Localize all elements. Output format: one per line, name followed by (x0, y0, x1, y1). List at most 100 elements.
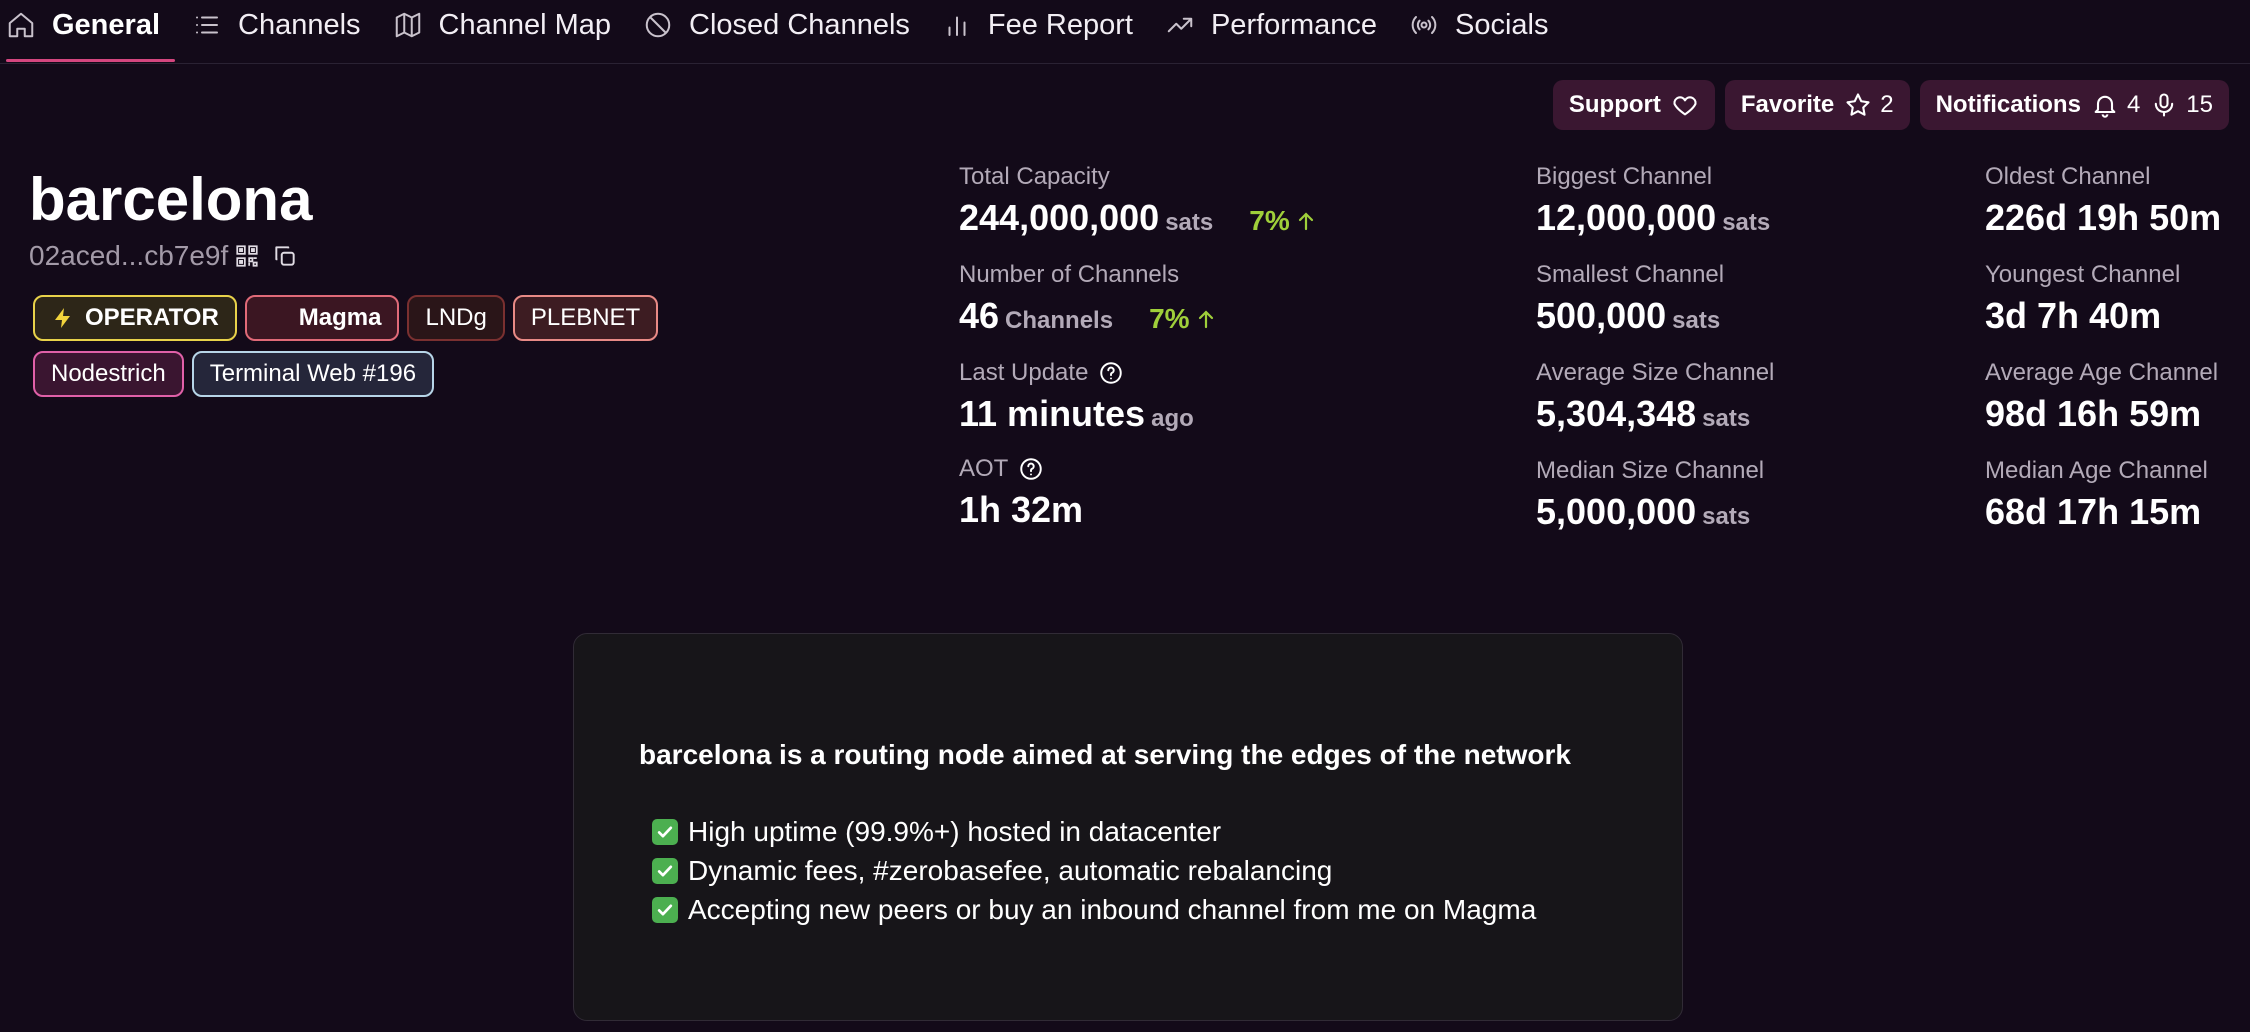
change-value: 7% (1149, 303, 1190, 334)
tab-general[interactable]: General (0, 0, 175, 62)
node-actions: Support Favorite 2 Notifications 4 15 (1552, 80, 2229, 130)
mic-count: 15 (2186, 91, 2213, 118)
badge-magma-label: Magma (298, 304, 382, 331)
pubkey-text[interactable]: 02aced...cb7e9f (29, 240, 228, 272)
badge-terminal-web[interactable]: Terminal Web #196 (191, 351, 435, 397)
check-mark-icon (652, 896, 678, 923)
heart-icon (1673, 96, 1697, 116)
notifications-label: Notifications (1935, 91, 2081, 118)
favorite-label: Favorite (1740, 91, 1835, 118)
stat-youngest-channel: Youngest Channel 3d 7h 40m (1985, 261, 2180, 337)
badge-operator[interactable]: OPERATOR (33, 295, 237, 341)
check-mark-icon (652, 818, 678, 845)
capacity-change: 7% (1249, 205, 1317, 237)
badge-operator-label: OPERATOR (85, 304, 219, 331)
badge-nodestrich[interactable]: Nodestrich (33, 351, 184, 397)
node-pubkey: 02aced...cb7e9f (29, 240, 298, 272)
stat-label: Last Update (959, 359, 1089, 386)
tab-channels[interactable]: Channels (183, 0, 374, 50)
badge-plebnet[interactable]: PLEBNET (512, 295, 659, 341)
stat-label: Biggest Channel (1536, 163, 1713, 190)
stat-unit: sats (1702, 503, 1751, 530)
stat-value: 244,000,000 (959, 197, 1160, 238)
tab-fee-report[interactable]: Fee Report (933, 0, 1146, 50)
check-mark-icon (652, 857, 678, 884)
stat-value: 226d 19h 50m (1985, 197, 2222, 238)
tab-performance-label: Performance (1210, 8, 1377, 41)
stat-value: 11 minutes (959, 393, 1146, 434)
stat-value: 500,000 (1536, 295, 1667, 336)
channels-change: 7% (1149, 303, 1217, 335)
microphone-icon (2155, 93, 2174, 117)
tab-socials[interactable]: Socials (1400, 0, 1562, 50)
stat-aot: AOT 1h 32m (959, 455, 1083, 531)
stat-unit: ago (1151, 405, 1194, 432)
support-button[interactable]: Support (1552, 80, 1715, 130)
stat-label: Median Age Channel (1985, 457, 2208, 484)
support-label: Support (1568, 91, 1661, 118)
list-icon (192, 10, 222, 40)
list-item: Accepting new peers or buy an inbound ch… (652, 890, 1536, 929)
stat-value: 46 (959, 295, 1000, 336)
copy-icon[interactable] (272, 243, 298, 269)
help-icon[interactable] (1098, 360, 1124, 386)
stat-oldest-channel: Oldest Channel 226d 19h 50m (1985, 163, 2221, 239)
stat-value: 5,304,348 (1536, 393, 1697, 434)
arrow-up-icon (1198, 310, 1213, 329)
tab-fee-report-label: Fee Report (987, 8, 1133, 41)
stat-unit: sats (1722, 209, 1771, 236)
stat-value: 5,000,000 (1536, 491, 1697, 532)
home-icon (6, 10, 36, 40)
tab-channel-map[interactable]: Channel Map (384, 0, 625, 50)
stat-label: Average Age Channel (1985, 359, 2219, 386)
stat-unit: sats (1672, 307, 1721, 334)
stat-label: Median Size Channel (1536, 457, 1765, 484)
tab-closed-channels-label: Closed Channels (689, 8, 910, 41)
favorite-button[interactable]: Favorite 2 (1724, 80, 1910, 130)
arrow-up-icon (1298, 212, 1313, 231)
badge-lndg[interactable]: LNDg (407, 295, 505, 341)
stat-value: 1h 32m (959, 489, 1084, 530)
ban-icon (643, 10, 673, 40)
stat-unit: sats (1165, 209, 1214, 236)
trending-up-icon (1165, 10, 1195, 40)
stat-median-size-channel: Median Size Channel 5,000,000 sats (1536, 457, 1764, 533)
stat-unit: sats (1702, 405, 1751, 432)
stat-value: 68d 17h 15m (1985, 491, 2202, 532)
list-item-text: Accepting new peers or buy an inbound ch… (688, 893, 1537, 925)
tab-closed-channels[interactable]: Closed Channels (634, 0, 923, 50)
node-badges: OPERATOR Magma LNDg PLEBNET Nodestrich T… (33, 295, 693, 397)
bell-icon (2094, 95, 2116, 118)
notifications-button[interactable]: Notifications 4 15 (1919, 80, 2229, 130)
qr-code-icon[interactable] (234, 243, 260, 269)
stat-label: Average Size Channel (1536, 359, 1775, 386)
badge-magma[interactable]: Magma (244, 295, 400, 341)
stat-label: Youngest Channel (1985, 261, 2181, 288)
stat-median-age-channel: Median Age Channel 68d 17h 15m (1985, 457, 2208, 533)
favorite-count: 2 (1880, 91, 1894, 118)
tab-socials-label: Socials (1454, 8, 1549, 41)
badge-nodestrich-label: Nodestrich (51, 360, 166, 387)
node-description-card: barcelona is a routing node aimed at ser… (573, 633, 1683, 1021)
stat-value: 98d 16h 59m (1985, 393, 2202, 434)
stat-average-size-channel: Average Size Channel 5,304,348 sats (1536, 359, 1774, 435)
stat-average-age-channel: Average Age Channel 98d 16h 59m (1985, 359, 2218, 435)
stat-value: 3d 7h 40m (1985, 295, 2162, 336)
help-icon[interactable] (1018, 456, 1044, 482)
list-item-text: High uptime (99.9%+) hosted in datacente… (688, 815, 1222, 847)
main-tab-bar: General Channels Channel Map Closed Chan… (0, 0, 2250, 64)
star-icon (1846, 93, 1870, 116)
bar-chart-icon (942, 10, 972, 40)
tab-performance[interactable]: Performance (1156, 0, 1390, 50)
list-item: High uptime (99.9%+) hosted in datacente… (652, 812, 1536, 851)
badge-lndg-label: LNDg (425, 304, 487, 331)
lightning-icon (55, 308, 70, 328)
stat-label: Number of Channels (959, 261, 1180, 288)
tab-channels-label: Channels (238, 8, 361, 41)
list-item: Dynamic fees, #zerobasefee, automatic re… (652, 851, 1536, 890)
stat-smallest-channel: Smallest Channel 500,000 sats (1536, 261, 1724, 337)
stat-label: AOT (959, 455, 1009, 482)
stat-last-update: Last Update 11 minutes ago (959, 359, 1194, 435)
stat-value: 12,000,000 (1536, 197, 1717, 238)
tab-channel-map-label: Channel Map (438, 8, 612, 41)
